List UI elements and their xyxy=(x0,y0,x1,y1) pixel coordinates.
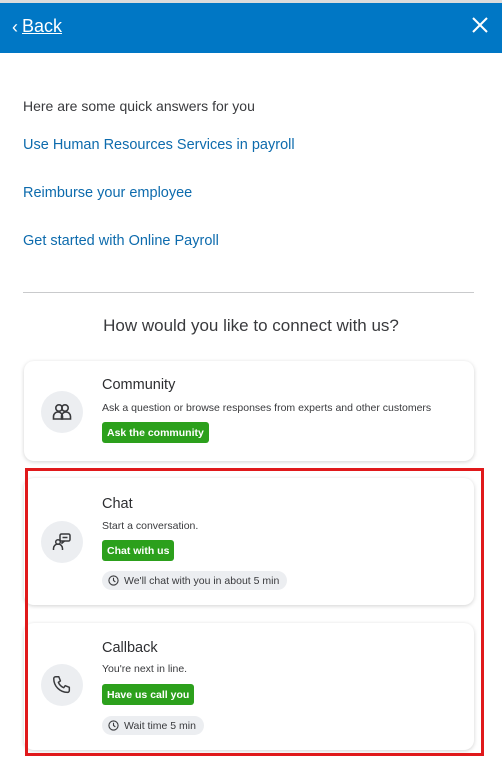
quick-answer-link[interactable]: Use Human Resources Services in payroll xyxy=(23,137,295,153)
card-title: Community xyxy=(102,377,176,393)
header-bar: ‹ Back xyxy=(0,0,502,53)
close-icon xyxy=(472,17,488,33)
quick-answers-intro: Here are some quick answers for you xyxy=(23,98,255,114)
quick-answer-link[interactable]: Get started with Online Payroll xyxy=(23,233,219,249)
back-label: Back xyxy=(22,16,63,36)
community-card: Community Ask a question or browse respo… xyxy=(24,361,474,461)
connect-title: How would you like to connect with us? xyxy=(103,316,399,335)
close-button[interactable] xyxy=(470,15,490,35)
back-button[interactable]: ‹ Back xyxy=(12,16,62,37)
community-icon-wrap xyxy=(41,391,83,433)
section-divider xyxy=(23,292,474,293)
header-top-border xyxy=(0,0,502,3)
chevron-left-icon: ‹ xyxy=(12,16,18,37)
community-icon xyxy=(52,403,72,420)
highlight-box xyxy=(25,468,484,756)
ask-community-button[interactable]: Ask the community xyxy=(102,422,209,443)
quick-answer-link[interactable]: Reimburse your employee xyxy=(23,185,192,201)
card-description: Ask a question or browse responses from … xyxy=(102,402,432,414)
